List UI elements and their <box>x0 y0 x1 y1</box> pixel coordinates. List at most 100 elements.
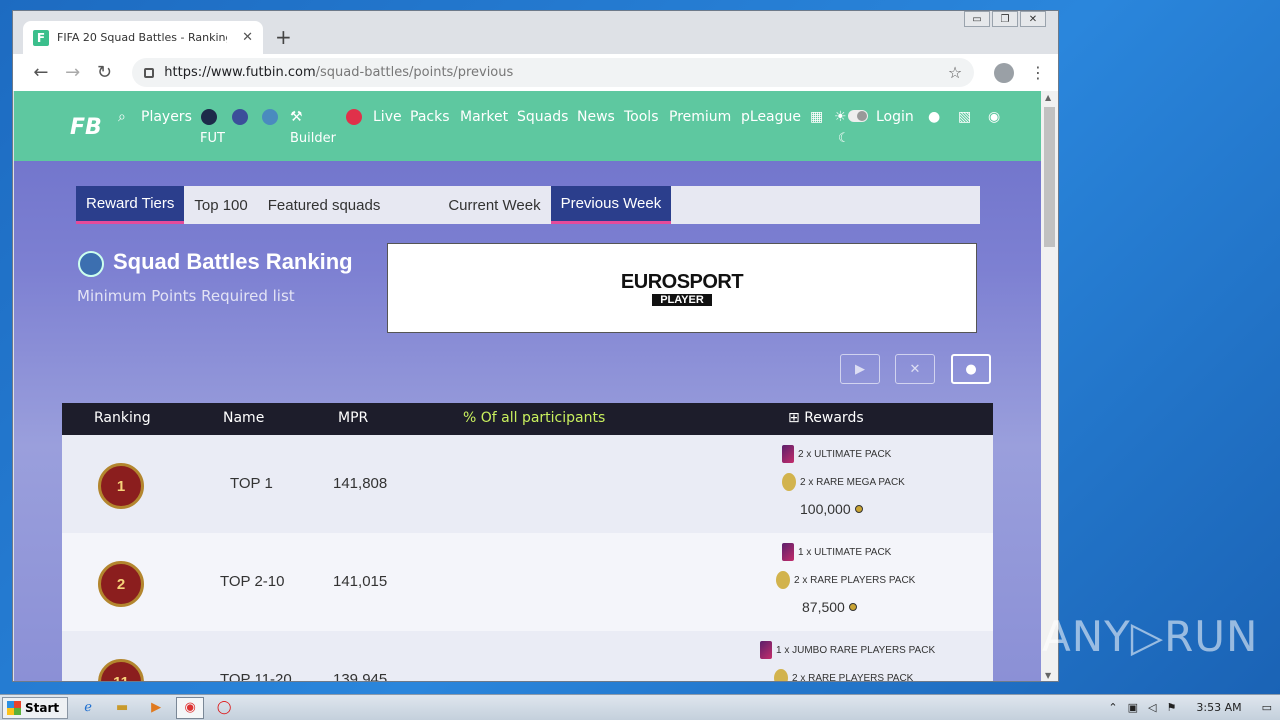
nav-fut[interactable]: FUT <box>200 131 225 146</box>
uk-flag-icon[interactable]: ▧ <box>958 109 971 125</box>
file-explorer-icon[interactable]: ▬ <box>108 697 136 719</box>
nav-tools[interactable]: Tools <box>624 109 659 125</box>
window-controls: ▭ ❐ ✕ <box>964 11 1046 27</box>
minimize-button[interactable]: ▭ <box>964 11 990 27</box>
nav-squads[interactable]: Squads <box>517 109 568 125</box>
reward-label: 2 x RARE PLAYERS PACK <box>792 672 914 682</box>
futbin-logo[interactable]: FB <box>70 115 102 140</box>
address-bar[interactable]: https://www.futbin.com /squad-battles/po… <box>132 58 975 87</box>
playstation-icon[interactable]: ▶ <box>840 354 880 384</box>
page-viewport: FB ⌕ Players FUT ⚒ Builder Live Packs Ma… <box>14 91 1041 682</box>
rank-badge: 1 <box>98 463 144 509</box>
gold-pack-icon <box>774 669 788 681</box>
row-rewards: 2 x ULTIMATE PACK 2 x RARE MEGA PACK 100… <box>782 445 905 517</box>
advertisement-banner[interactable]: EUROSPORT PLAYER <box>387 243 977 333</box>
start-button[interactable]: Start <box>2 696 69 719</box>
nav-news[interactable]: News <box>577 109 615 125</box>
row-mpr: 141,015 <box>333 573 388 590</box>
ranking-tabs: Reward Tiers Top 100 Featured squads Cur… <box>76 186 980 224</box>
close-window-button[interactable]: ✕ <box>1020 11 1046 27</box>
ultimate-pack-icon <box>782 445 794 463</box>
nav-login[interactable]: Login <box>876 109 914 125</box>
reward-label: 2 x RARE MEGA PACK <box>800 476 905 488</box>
search-icon[interactable]: ⌕ <box>118 109 126 125</box>
row-mpr: 141,808 <box>333 475 388 492</box>
eye-icon[interactable]: ◉ <box>988 109 1000 125</box>
table-row: 1 TOP 1 141,808 2 x ULTIMATE PACK 2 x RA… <box>62 435 993 533</box>
lock-icon <box>144 67 155 78</box>
chrome-icon[interactable]: ◉ <box>176 696 205 719</box>
nav-players[interactable]: Players <box>141 109 192 125</box>
profile-avatar-icon[interactable] <box>994 62 1014 83</box>
reward-item: 2 x RARE MEGA PACK <box>782 473 905 491</box>
media-player-icon[interactable]: ▶ <box>142 697 170 719</box>
internet-explorer-icon[interactable]: ℯ <box>74 697 102 719</box>
tab-reward-tiers[interactable]: Reward Tiers <box>76 186 185 224</box>
network-icon[interactable]: ▣ <box>1128 701 1138 714</box>
restore-button[interactable]: ❐ <box>992 11 1018 27</box>
theme-toggle[interactable] <box>848 110 868 122</box>
builder-tools-icon[interactable]: ⚒ <box>290 109 303 125</box>
browser-window: F FIFA 20 Squad Battles - Ranking - M ✕ … <box>12 10 1059 682</box>
nav-pleague[interactable]: pLeague <box>741 109 801 125</box>
live-badge-icon[interactable] <box>346 109 362 129</box>
tray-expand-icon[interactable]: ⌃ <box>1108 701 1117 714</box>
row-name: TOP 2-10 <box>220 573 285 590</box>
row-rewards: 1 x JUMBO RARE PLAYERS PACK 2 x RARE PLA… <box>760 641 935 682</box>
reward-item: 2 x RARE PLAYERS PACK <box>776 571 915 589</box>
tab-previous-week[interactable]: Previous Week <box>550 186 672 224</box>
page-subtitle: Minimum Points Required list <box>77 287 295 305</box>
nav-live[interactable]: Live <box>373 109 402 125</box>
tab-top-100[interactable]: Top 100 <box>184 186 257 224</box>
col-mpr: MPR <box>338 410 369 426</box>
back-icon[interactable]: ← <box>25 62 57 83</box>
nav-builder[interactable]: Builder <box>290 131 336 146</box>
coin-icon <box>848 603 857 611</box>
system-tray: ⌃ ▣ ◁ ⚑ 3:53 AM ▭ <box>1100 695 1280 720</box>
browser-menu-icon[interactable]: ⋮ <box>1030 63 1046 82</box>
xbox-icon[interactable]: ✕ <box>895 354 935 384</box>
coin-icon <box>854 505 863 513</box>
scroll-thumb[interactable] <box>1044 107 1055 247</box>
gold-pack-icon <box>776 571 790 589</box>
scroll-up-icon[interactable]: ▲ <box>1045 93 1051 102</box>
nav-packs[interactable]: Packs <box>410 109 450 125</box>
flag-icon[interactable]: ⚑ <box>1167 701 1177 714</box>
reward-label: 2 x ULTIMATE PACK <box>798 448 892 460</box>
squad-badge-icon[interactable] <box>232 109 248 129</box>
fut-badge-icon[interactable] <box>201 109 217 129</box>
browser-tab[interactable]: F FIFA 20 Squad Battles - Ranking - M ✕ <box>23 21 263 54</box>
page-scrollbar[interactable]: ▲ ▼ <box>1041 91 1058 681</box>
volume-icon[interactable]: ◁ <box>1148 701 1156 714</box>
tab-current-week[interactable]: Current Week <box>438 186 550 224</box>
tab-title: FIFA 20 Squad Battles - Ranking - M <box>57 31 227 44</box>
moon-icon: ☾ <box>838 131 850 146</box>
show-desktop-icon[interactable]: ▭ <box>1262 701 1272 714</box>
row-rewards: 1 x ULTIMATE PACK 2 x RARE PLAYERS PACK … <box>776 543 915 615</box>
windows-logo-icon <box>7 700 21 715</box>
calculator-icon[interactable]: ▦ <box>810 109 823 125</box>
close-tab-icon[interactable]: ✕ <box>242 30 253 45</box>
futbin-favicon-icon: F <box>33 29 49 46</box>
tab-featured-squads[interactable]: Featured squads <box>258 186 391 224</box>
scroll-down-icon[interactable]: ▼ <box>1045 671 1051 680</box>
col-ranking: Ranking <box>94 410 151 426</box>
tab-spacer <box>390 186 438 224</box>
row-name: TOP 11-20 <box>220 671 292 682</box>
coins-amount: 100,000 <box>800 501 851 517</box>
platform-pc-icon[interactable]: ● <box>928 109 940 125</box>
squad-battles-icon <box>78 251 104 277</box>
opera-icon[interactable]: ◯ <box>210 697 238 719</box>
global-badge-icon[interactable] <box>262 109 278 129</box>
url-host: https://www.futbin.com <box>164 65 316 80</box>
gold-pack-icon <box>782 473 796 491</box>
reload-icon[interactable]: ↻ <box>89 62 121 83</box>
clock[interactable]: 3:53 AM <box>1196 701 1241 714</box>
nav-premium[interactable]: Premium <box>669 109 731 125</box>
bookmark-star-icon[interactable]: ☆ <box>948 63 962 82</box>
pc-platform-icon[interactable]: ● <box>951 354 991 384</box>
nav-market[interactable]: Market <box>460 109 508 125</box>
new-tab-button[interactable]: + <box>275 25 292 49</box>
sun-icon: ☀ <box>834 109 847 125</box>
forward-icon[interactable]: → <box>57 62 89 83</box>
